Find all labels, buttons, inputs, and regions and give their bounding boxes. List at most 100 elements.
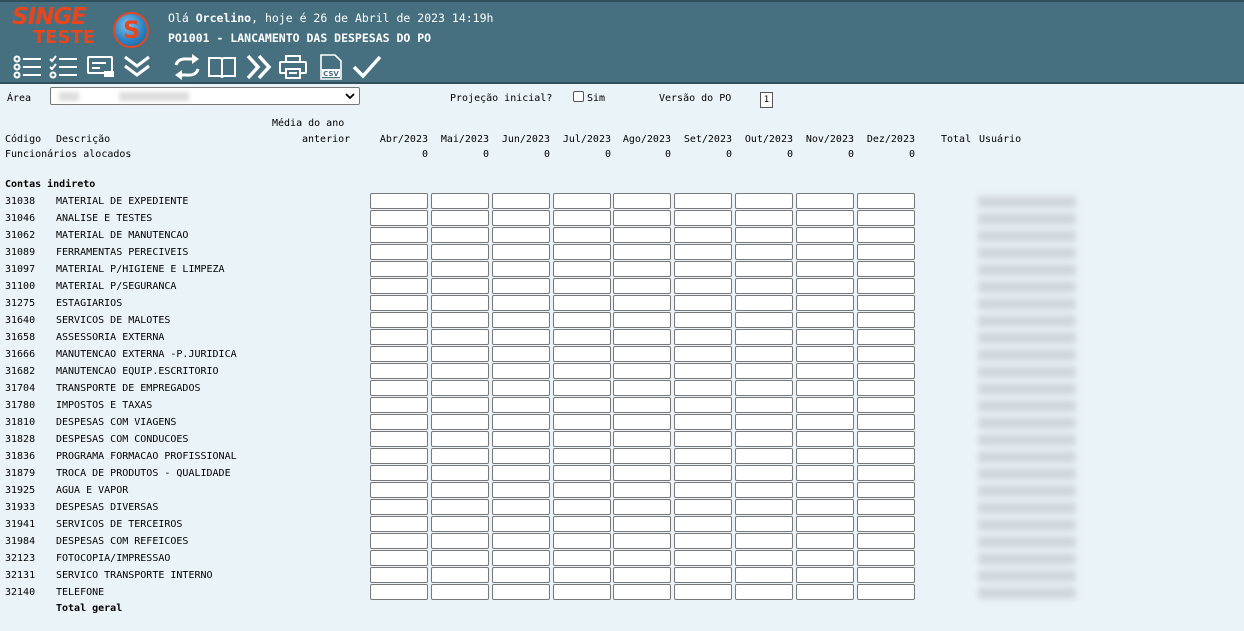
month-input[interactable] — [370, 227, 428, 243]
month-input[interactable] — [370, 567, 428, 583]
print-icon[interactable] — [278, 54, 308, 80]
month-input[interactable] — [553, 193, 611, 209]
month-input[interactable] — [613, 346, 671, 362]
month-input[interactable] — [431, 482, 489, 498]
month-input[interactable] — [735, 414, 793, 430]
month-input[interactable] — [735, 584, 793, 600]
csv-icon[interactable]: CSV — [316, 54, 346, 80]
month-input[interactable] — [796, 278, 854, 294]
month-input[interactable] — [796, 363, 854, 379]
month-input[interactable] — [370, 363, 428, 379]
month-input[interactable] — [613, 261, 671, 277]
month-input[interactable] — [492, 465, 550, 481]
month-input[interactable] — [431, 193, 489, 209]
month-input[interactable] — [492, 244, 550, 260]
month-input[interactable] — [492, 261, 550, 277]
month-input[interactable] — [492, 431, 550, 447]
month-input[interactable] — [796, 380, 854, 396]
month-input[interactable] — [370, 533, 428, 549]
month-input[interactable] — [492, 397, 550, 413]
month-input[interactable] — [857, 295, 915, 311]
month-input[interactable] — [857, 193, 915, 209]
month-input[interactable] — [674, 584, 732, 600]
month-input[interactable] — [796, 397, 854, 413]
month-input[interactable] — [370, 448, 428, 464]
month-input[interactable] — [553, 295, 611, 311]
month-input[interactable] — [553, 346, 611, 362]
month-input[interactable] — [857, 261, 915, 277]
month-input[interactable] — [492, 380, 550, 396]
month-input[interactable] — [674, 380, 732, 396]
month-input[interactable] — [674, 295, 732, 311]
month-input[interactable] — [431, 448, 489, 464]
check-icon[interactable] — [352, 54, 382, 80]
list-icon[interactable] — [12, 54, 42, 80]
month-input[interactable] — [735, 329, 793, 345]
month-input[interactable] — [796, 244, 854, 260]
month-input[interactable] — [370, 278, 428, 294]
month-input[interactable] — [492, 533, 550, 549]
month-input[interactable] — [613, 312, 671, 328]
month-input[interactable] — [674, 431, 732, 447]
month-input[interactable] — [735, 193, 793, 209]
month-input[interactable] — [857, 244, 915, 260]
month-input[interactable] — [674, 244, 732, 260]
month-input[interactable] — [735, 312, 793, 328]
month-input[interactable] — [857, 533, 915, 549]
month-input[interactable] — [857, 431, 915, 447]
month-input[interactable] — [796, 448, 854, 464]
month-input[interactable] — [613, 465, 671, 481]
month-input[interactable] — [796, 261, 854, 277]
month-input[interactable] — [796, 227, 854, 243]
month-input[interactable] — [431, 312, 489, 328]
month-input[interactable] — [553, 380, 611, 396]
month-input[interactable] — [431, 516, 489, 532]
month-input[interactable] — [370, 210, 428, 226]
month-input[interactable] — [492, 482, 550, 498]
month-input[interactable] — [735, 448, 793, 464]
month-input[interactable] — [857, 499, 915, 515]
month-input[interactable] — [553, 414, 611, 430]
month-input[interactable] — [553, 312, 611, 328]
month-input[interactable] — [857, 329, 915, 345]
month-input[interactable] — [492, 295, 550, 311]
month-input[interactable] — [857, 465, 915, 481]
month-input[interactable] — [370, 380, 428, 396]
refresh-icon[interactable] — [172, 54, 202, 80]
month-input[interactable] — [370, 584, 428, 600]
month-input[interactable] — [796, 295, 854, 311]
month-input[interactable] — [735, 516, 793, 532]
month-input[interactable] — [613, 448, 671, 464]
month-input[interactable] — [431, 261, 489, 277]
month-input[interactable] — [613, 516, 671, 532]
month-input[interactable] — [613, 244, 671, 260]
month-input[interactable] — [674, 567, 732, 583]
month-input[interactable] — [735, 244, 793, 260]
versao-value[interactable]: 1 — [760, 92, 773, 108]
month-input[interactable] — [857, 516, 915, 532]
month-input[interactable] — [492, 499, 550, 515]
month-input[interactable] — [553, 533, 611, 549]
month-input[interactable] — [492, 210, 550, 226]
month-input[interactable] — [674, 516, 732, 532]
month-input[interactable] — [674, 278, 732, 294]
month-input[interactable] — [796, 414, 854, 430]
month-input[interactable] — [431, 550, 489, 566]
month-input[interactable] — [553, 210, 611, 226]
month-input[interactable] — [613, 363, 671, 379]
month-input[interactable] — [735, 533, 793, 549]
month-input[interactable] — [492, 227, 550, 243]
month-input[interactable] — [674, 329, 732, 345]
month-input[interactable] — [735, 550, 793, 566]
month-input[interactable] — [735, 499, 793, 515]
month-input[interactable] — [674, 363, 732, 379]
month-input[interactable] — [492, 516, 550, 532]
month-input[interactable] — [674, 550, 732, 566]
double-chevron-down-icon[interactable] — [122, 54, 152, 80]
month-input[interactable] — [796, 516, 854, 532]
month-input[interactable] — [613, 329, 671, 345]
month-input[interactable] — [431, 329, 489, 345]
month-input[interactable] — [431, 397, 489, 413]
month-input[interactable] — [553, 227, 611, 243]
month-input[interactable] — [735, 397, 793, 413]
